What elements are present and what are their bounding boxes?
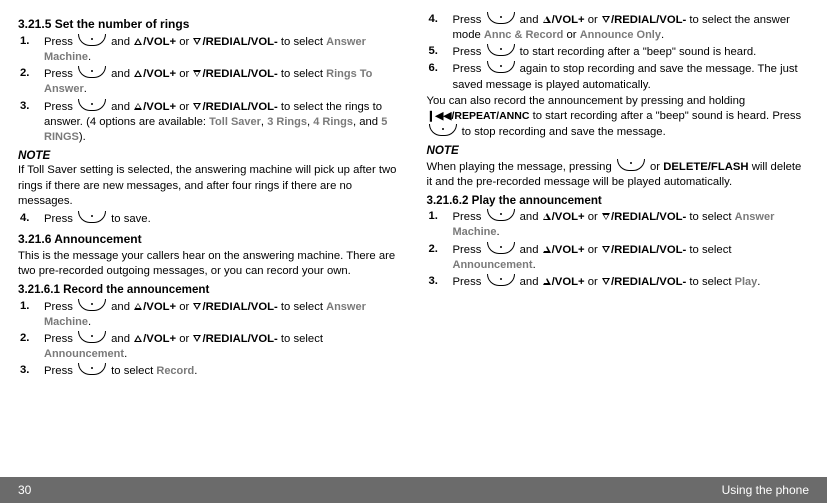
arrow-up-icon: [543, 16, 551, 23]
menu-icon: [487, 12, 515, 24]
arrow-up-icon: [134, 335, 142, 342]
menu-icon: [78, 299, 106, 311]
step-body: Press and /VOL+ or /REDIAL/VOL- to selec…: [453, 242, 810, 273]
list-item: 6.Press again to stop recording and save…: [427, 61, 810, 92]
menu-icon: [78, 34, 106, 46]
steps-record-cont: 4.Press and /VOL+ or /REDIAL/VOL- to sel…: [427, 12, 810, 93]
footer-label: Using the phone: [722, 482, 809, 498]
arrow-up-icon: [134, 70, 142, 77]
menu-icon: [487, 209, 515, 221]
step-body: Press to select Record.: [44, 363, 401, 379]
heading-set-rings: 3.21.5 Set the number of rings: [18, 16, 401, 32]
step-number: 1.: [427, 209, 453, 240]
arrow-down-icon: [602, 213, 610, 220]
arrow-down-icon: [602, 278, 610, 285]
heading-record: 3.21.6.1 Record the announcement: [18, 282, 401, 298]
step-number: 3.: [18, 363, 44, 379]
step-body: Press and /VOL+ or /REDIAL/VOL- to selec…: [44, 99, 401, 145]
menu-icon: [78, 66, 106, 78]
left-column: 3.21.5 Set the number of rings 1.Press a…: [18, 12, 401, 475]
menu-icon: [487, 242, 515, 254]
step-body: Press and /VOL+ or /REDIAL/VOL- to selec…: [44, 34, 401, 65]
step-body: Press to save.: [44, 211, 401, 227]
list-item: 2.Press and /VOL+ or /REDIAL/VOL- to sel…: [427, 242, 810, 273]
menu-icon: [429, 124, 457, 136]
arrow-up-icon: [543, 278, 551, 285]
step-body: Press and /VOL+ or /REDIAL/VOL- to selec…: [44, 331, 401, 362]
page-number: 30: [18, 482, 31, 498]
list-item: 2.Press and /VOL+ or /REDIAL/VOL- to sel…: [18, 66, 401, 97]
step-body: Press and /VOL+ or /REDIAL/VOL- to selec…: [453, 274, 810, 290]
step-number: 1.: [18, 34, 44, 65]
menu-icon: [487, 44, 515, 56]
arrow-up-icon: [543, 246, 551, 253]
step-number: 4.: [427, 12, 453, 43]
arrow-up-icon: [134, 38, 142, 45]
list-item: 1.Press and /VOL+ or /REDIAL/VOL- to sel…: [18, 34, 401, 65]
list-item: 4.Press and /VOL+ or /REDIAL/VOL- to sel…: [427, 12, 810, 43]
step-body: Press and /VOL+ or /REDIAL/VOL- to selec…: [44, 299, 401, 330]
step-body: Press and /VOL+ or /REDIAL/VOL- to selec…: [44, 66, 401, 97]
step-number: 2.: [427, 242, 453, 273]
arrow-down-icon: [193, 103, 201, 110]
heading-play: 3.21.6.2 Play the announcement: [427, 193, 810, 209]
menu-icon: [78, 99, 106, 111]
step-body: Press and /VOL+ or /REDIAL/VOL- to selec…: [453, 12, 810, 43]
list-item: 3.Press and /VOL+ or /REDIAL/VOL- to sel…: [18, 99, 401, 145]
arrow-down-icon: [193, 303, 201, 310]
arrow-down-icon: [193, 38, 201, 45]
note-heading: NOTE: [18, 148, 401, 164]
list-item: 4.Press to save.: [18, 211, 401, 227]
menu-icon: [78, 211, 106, 223]
steps-save: 4.Press to save.: [18, 211, 401, 227]
list-item: 1.Press and /VOL+ or /REDIAL/VOL- to sel…: [18, 299, 401, 330]
step-number: 5.: [427, 44, 453, 60]
page-footer: 30 Using the phone: [0, 477, 827, 503]
steps-set-rings: 1.Press and /VOL+ or /REDIAL/VOL- to sel…: [18, 34, 401, 145]
arrow-down-icon: [193, 70, 201, 77]
step-number: 2.: [18, 66, 44, 97]
step-number: 3.: [18, 99, 44, 145]
list-item: 3.Press and /VOL+ or /REDIAL/VOL- to sel…: [427, 274, 810, 290]
step-body: Press again to stop recording and save t…: [453, 61, 810, 92]
menu-icon: [78, 331, 106, 343]
step-number: 6.: [427, 61, 453, 92]
steps-play: 1.Press and /VOL+ or /REDIAL/VOL- to sel…: [427, 209, 810, 290]
menu-icon: [487, 61, 515, 73]
delete-flash-label: DELETE/FLASH: [663, 161, 748, 173]
list-item: 3.Press to select Record.: [18, 363, 401, 379]
announcement-body: This is the message your callers hear on…: [18, 249, 401, 279]
alt-record-para: You can also record the announcement by …: [427, 94, 810, 140]
note-body: When playing the message, pressing or DE…: [427, 159, 810, 190]
heading-announcement: 3.21.6 Announcement: [18, 231, 401, 247]
step-body: Press and /VOL+ or /REDIAL/VOL- to selec…: [453, 209, 810, 240]
step-body: Press to start recording after a "beep" …: [453, 44, 810, 60]
arrow-up-icon: [134, 303, 142, 310]
list-item: 1.Press and /VOL+ or /REDIAL/VOL- to sel…: [427, 209, 810, 240]
menu-icon: [617, 159, 645, 171]
right-column: 4.Press and /VOL+ or /REDIAL/VOL- to sel…: [427, 12, 810, 475]
steps-record: 1.Press and /VOL+ or /REDIAL/VOL- to sel…: [18, 299, 401, 380]
arrow-down-icon: [193, 335, 201, 342]
menu-icon: [78, 363, 106, 375]
step-number: 2.: [18, 331, 44, 362]
step-number: 1.: [18, 299, 44, 330]
arrow-down-icon: [602, 16, 610, 23]
note-heading: NOTE: [427, 143, 810, 159]
step-number: 4.: [18, 211, 44, 227]
arrow-up-icon: [134, 103, 142, 110]
step-number: 3.: [427, 274, 453, 290]
arrow-down-icon: [602, 246, 610, 253]
page-body: 3.21.5 Set the number of rings 1.Press a…: [0, 0, 827, 475]
note-body: If Toll Saver setting is selected, the a…: [18, 163, 401, 208]
menu-icon: [487, 274, 515, 286]
list-item: 5.Press to start recording after a "beep…: [427, 44, 810, 60]
repeat-annc-label: ❙◀◀/REPEAT/ANNC: [427, 110, 530, 122]
list-item: 2.Press and /VOL+ or /REDIAL/VOL- to sel…: [18, 331, 401, 362]
arrow-up-icon: [543, 213, 551, 220]
